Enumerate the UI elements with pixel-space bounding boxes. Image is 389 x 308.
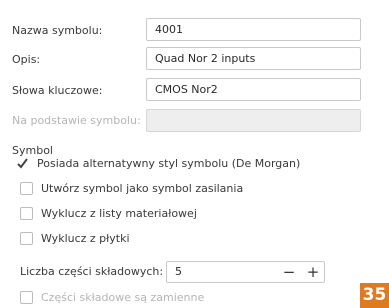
symbol-section-title: Symbol <box>12 144 53 157</box>
option-label: Wyklucz z płytki <box>41 232 130 245</box>
option-label: Utwórz symbol jako symbol zasilania <box>41 182 244 195</box>
option-exclude-board[interactable]: Wyklucz z płytki <box>20 232 130 245</box>
unit-count-value[interactable]: 5 <box>175 265 182 278</box>
option-exclude-bom[interactable]: Wyklucz z listy materiałowej <box>20 207 197 220</box>
description-label: Opis: <box>12 53 41 66</box>
page-number-badge: 35 <box>360 283 389 308</box>
symbol-name-label: Nazwa symbolu: <box>12 24 103 37</box>
checkbox[interactable] <box>20 232 33 245</box>
decrement-button[interactable]: − <box>277 262 301 282</box>
option-de-morgan[interactable]: Posiada alternatywny styl symbolu (De Mo… <box>16 157 300 170</box>
description-input[interactable]: Quad Nor 2 inputs <box>146 47 361 70</box>
checkbox[interactable] <box>20 207 33 220</box>
option-power-symbol[interactable]: Utwórz symbol jako symbol zasilania <box>20 182 243 195</box>
checkbox[interactable] <box>20 291 33 304</box>
option-label: Części składowe są zamienne <box>41 291 205 304</box>
keywords-label: Słowa kluczowe: <box>12 84 103 97</box>
checkbox[interactable] <box>20 182 33 195</box>
keywords-input[interactable]: CMOS Nor2 <box>146 78 361 101</box>
based-on-symbol-input <box>146 109 361 132</box>
option-label: Wyklucz z listy materiałowej <box>41 207 197 220</box>
unit-count-label: Liczba części składowych: <box>20 265 164 278</box>
symbol-name-input[interactable]: 4001 <box>146 18 361 41</box>
based-on-symbol-label: Na podstawie symbolu: <box>12 114 141 127</box>
checkmark-icon[interactable] <box>16 157 29 170</box>
option-interchangeable[interactable]: Części składowe są zamienne <box>20 291 204 304</box>
increment-button[interactable]: + <box>301 262 325 282</box>
unit-count-stepper[interactable]: 5 − + <box>166 261 325 283</box>
option-label: Posiada alternatywny styl symbolu (De Mo… <box>37 157 301 170</box>
